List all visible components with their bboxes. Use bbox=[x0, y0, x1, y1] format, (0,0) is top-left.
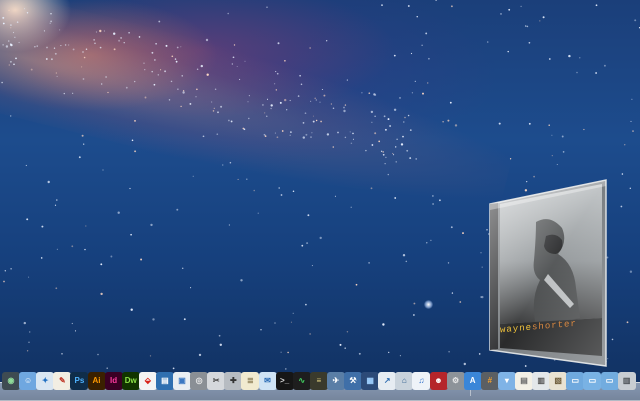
console-icon[interactable]: ≡ bbox=[309, 372, 328, 390]
textedit-glyph: ✎ bbox=[58, 376, 66, 385]
image-capture-icon[interactable]: ▦ bbox=[361, 372, 380, 390]
time-machine-icon[interactable]: ◉ bbox=[2, 372, 20, 390]
mail-glyph: ✉ bbox=[264, 376, 271, 385]
applications-stack-icon[interactable]: ▥ bbox=[532, 372, 551, 390]
notes-icon[interactable]: ≣ bbox=[241, 372, 260, 390]
applications-stack-glyph: ▥ bbox=[537, 376, 545, 385]
indesign-icon[interactable]: Id bbox=[104, 372, 123, 390]
mail-icon[interactable]: ✉ bbox=[258, 372, 277, 390]
network-utility-glyph: ⌂ bbox=[401, 376, 407, 385]
app-store-glyph: A bbox=[469, 376, 476, 385]
script-editor-glyph: ✂ bbox=[212, 376, 220, 385]
time-machine-glyph: ◉ bbox=[7, 376, 15, 385]
script-editor-icon[interactable]: ✂ bbox=[207, 372, 226, 390]
system-preferences-icon[interactable]: ⚙ bbox=[446, 372, 465, 390]
grapher-glyph: ↗ bbox=[383, 376, 391, 385]
photoshop-glyph: Ps bbox=[74, 376, 85, 385]
network-utility-icon[interactable]: ⌂ bbox=[395, 372, 414, 390]
documents-stack-glyph: ▤ bbox=[520, 376, 528, 385]
dock: ◉ ☺ ✦ ✎ Ps Ai Id Dw ⬙ ▤ ▣ ◎ ✂ ✚ ≣ ✉ >_ ∿ ≡ ✈ ⚒ ▦ ↗ ⌂ ♫ ☻ ⚙ A # ▾ ▤ ▥ ▧ ▭ ▭… bbox=[0, 372, 640, 396]
trash-icon[interactable]: ▥ bbox=[617, 372, 636, 390]
system-preferences-glyph: ⚙ bbox=[452, 376, 460, 385]
photoshop-icon[interactable]: Ps bbox=[70, 372, 89, 390]
photo-booth-icon[interactable]: ☻ bbox=[429, 372, 448, 390]
disk-utility-icon[interactable]: ✚ bbox=[224, 372, 243, 390]
xcode-icon[interactable]: ⚒ bbox=[344, 372, 362, 390]
pictures-stack-glyph: ▧ bbox=[554, 376, 562, 385]
documents-folder-glyph: ▭ bbox=[571, 376, 580, 385]
keynote-icon[interactable]: ▤ bbox=[155, 372, 174, 390]
illustrator-icon[interactable]: Ai bbox=[87, 372, 106, 390]
keynote-glyph: ▤ bbox=[161, 376, 169, 385]
image-capture-glyph: ▦ bbox=[366, 376, 374, 385]
shared-folder-glyph: ▭ bbox=[588, 376, 597, 385]
automator-glyph: ✈ bbox=[332, 376, 340, 385]
safari-icon[interactable]: ✦ bbox=[36, 372, 55, 390]
indesign-glyph: Id bbox=[110, 376, 118, 385]
pictures-stack-icon[interactable]: ▧ bbox=[549, 372, 568, 390]
console-glyph: ≡ bbox=[316, 376, 322, 385]
automator-icon[interactable]: ✈ bbox=[326, 372, 345, 390]
terminal-glyph: >_ bbox=[280, 376, 290, 385]
downloads-stack-glyph: ▾ bbox=[504, 376, 509, 385]
desktop-wallpaper: wayneshorter bbox=[0, 0, 640, 400]
bright-star bbox=[424, 300, 433, 309]
cd-cover-widget[interactable] bbox=[488, 178, 610, 368]
trash-glyph: ▥ bbox=[622, 376, 631, 385]
preview-glyph: ▣ bbox=[178, 376, 186, 385]
notes-glyph: ≣ bbox=[247, 376, 254, 385]
finder-glyph: ☺ bbox=[24, 376, 33, 385]
dvd-player-icon[interactable]: ◎ bbox=[190, 372, 209, 390]
grapher-icon[interactable]: ↗ bbox=[378, 372, 397, 390]
documents-stack-icon[interactable]: ▤ bbox=[515, 372, 533, 390]
activity-monitor-glyph: ∿ bbox=[298, 376, 306, 385]
calculator-glyph: # bbox=[487, 376, 493, 385]
activity-monitor-icon[interactable]: ∿ bbox=[292, 372, 311, 390]
itunes-icon[interactable]: ♫ bbox=[412, 372, 431, 390]
dreamweaver-icon[interactable]: Dw bbox=[121, 372, 140, 390]
itunes-glyph: ♫ bbox=[418, 376, 425, 385]
finder-icon[interactable]: ☺ bbox=[19, 372, 38, 390]
calculator-icon[interactable]: # bbox=[480, 372, 499, 390]
acrobat-icon[interactable]: ⬙ bbox=[138, 372, 157, 390]
xcode-glyph: ⚒ bbox=[349, 376, 357, 385]
dvd-player-glyph: ◎ bbox=[195, 376, 203, 385]
home-folder-icon[interactable]: ▭ bbox=[600, 372, 619, 390]
app-store-icon[interactable]: A bbox=[463, 372, 482, 390]
documents-folder-icon[interactable]: ▭ bbox=[566, 372, 585, 390]
safari-glyph: ✦ bbox=[41, 376, 49, 385]
dreamweaver-glyph: Dw bbox=[124, 376, 137, 385]
terminal-icon[interactable]: >_ bbox=[275, 372, 294, 390]
disk-utility-glyph: ✚ bbox=[229, 376, 237, 385]
downloads-stack-icon[interactable]: ▾ bbox=[497, 372, 516, 390]
shared-folder-icon[interactable]: ▭ bbox=[583, 372, 602, 390]
home-folder-glyph: ▭ bbox=[605, 376, 614, 385]
cd-case bbox=[489, 179, 607, 367]
photo-booth-glyph: ☻ bbox=[434, 376, 443, 385]
illustrator-glyph: Ai bbox=[92, 376, 101, 385]
preview-icon[interactable]: ▣ bbox=[173, 372, 191, 390]
textedit-icon[interactable]: ✎ bbox=[53, 372, 72, 390]
acrobat-glyph: ⬙ bbox=[144, 376, 151, 385]
